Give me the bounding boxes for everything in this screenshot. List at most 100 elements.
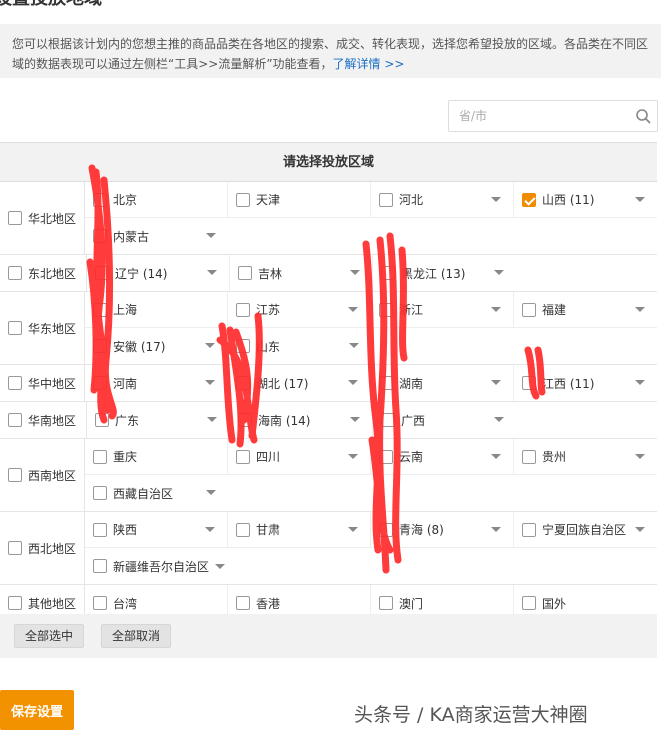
province-checkbox[interactable] [522,522,536,537]
province-checkbox[interactable] [238,266,252,280]
chevron-down-icon[interactable] [635,380,645,385]
chevron-down-icon[interactable] [494,417,504,422]
province-checkbox[interactable] [522,376,536,390]
region-label[interactable]: 华南地区 [0,402,87,438]
province-item[interactable]: 广东 [87,402,230,438]
province-item[interactable]: 新疆维吾尔自治区 [85,548,265,584]
province-checkbox[interactable] [379,449,393,464]
province-item[interactable]: 河南 [85,365,228,401]
chevron-down-icon[interactable] [206,233,216,238]
province-checkbox[interactable] [236,339,250,353]
province-checkbox[interactable] [522,449,536,464]
province-item[interactable]: 吉林 [230,255,373,291]
chevron-down-icon[interactable] [348,527,358,532]
chevron-down-icon[interactable] [491,527,501,532]
region-label[interactable]: 华中地区 [0,365,85,401]
region-label[interactable]: 华东地区 [0,292,85,364]
province-checkbox[interactable] [93,339,107,353]
province-item[interactable]: 陕西 [85,512,228,547]
province-checkbox[interactable] [95,266,109,280]
province-item[interactable]: 云南 [371,439,514,474]
province-item[interactable]: 甘肃 [228,512,371,547]
province-item[interactable]: 青海 (8) [371,512,514,547]
chevron-down-icon[interactable] [348,307,358,312]
province-item[interactable]: 安徽 (17) [85,328,228,364]
deselect-all-button[interactable]: 全部取消 [101,624,172,648]
region-label[interactable]: 华北地区 [0,182,85,254]
province-checkbox[interactable] [93,302,107,317]
region-checkbox[interactable] [8,413,22,427]
province-checkbox[interactable] [236,376,250,390]
chevron-down-icon[interactable] [207,417,217,422]
province-item[interactable]: 上海 [85,292,228,327]
province-item[interactable]: 辽宁 (14) [87,255,230,291]
province-checkbox[interactable] [381,413,395,427]
province-item[interactable]: 河北 [371,182,514,217]
region-label[interactable]: 西北地区 [0,512,85,584]
province-checkbox[interactable] [95,413,109,427]
province-checkbox[interactable] [236,192,250,207]
chevron-down-icon[interactable] [635,197,645,202]
province-checkbox[interactable] [379,376,393,390]
province-checkbox[interactable] [381,266,395,280]
province-checkbox[interactable] [379,596,393,610]
province-item[interactable]: 内蒙古 [85,218,228,254]
region-checkbox[interactable] [8,541,22,555]
region-checkbox[interactable] [8,321,22,335]
chevron-down-icon[interactable] [349,343,359,348]
province-checkbox[interactable] [522,192,536,207]
province-checkbox[interactable] [93,486,107,500]
region-checkbox[interactable] [8,376,22,390]
region-checkbox[interactable] [8,468,22,482]
chevron-down-icon[interactable] [348,454,358,459]
province-item[interactable]: 山西 (11) [514,182,657,217]
chevron-down-icon[interactable] [205,527,215,532]
province-item[interactable]: 江苏 [228,292,371,327]
province-item[interactable]: 贵州 [514,439,657,474]
chevron-down-icon[interactable] [491,197,501,202]
chevron-down-icon[interactable] [635,307,645,312]
province-checkbox[interactable] [93,596,107,610]
province-item[interactable]: 福建 [514,292,657,327]
save-settings-button[interactable]: 保存设置 [0,690,74,730]
province-checkbox[interactable] [379,522,393,537]
region-label[interactable]: 西南地区 [0,439,85,511]
province-item[interactable]: 广西 [373,402,516,438]
province-item[interactable]: 江西 (11) [514,365,657,401]
province-item[interactable]: 海南 (14) [230,402,373,438]
chevron-down-icon[interactable] [205,343,215,348]
province-item[interactable]: 北京 [85,182,228,217]
region-label[interactable]: 东北地区 [0,255,87,291]
chevron-down-icon[interactable] [635,454,645,459]
province-checkbox[interactable] [93,192,107,207]
province-item[interactable]: 西藏自治区 [85,475,228,511]
chevron-down-icon[interactable] [206,490,216,495]
province-checkbox[interactable] [93,559,107,573]
province-checkbox[interactable] [522,302,536,317]
select-all-button[interactable]: 全部选中 [14,624,85,648]
province-item[interactable]: 宁夏回族自治区 [514,512,657,547]
search-input[interactable] [449,101,629,131]
chevron-down-icon[interactable] [205,380,215,385]
province-item[interactable]: 浙江 [371,292,514,327]
province-checkbox[interactable] [93,229,107,243]
province-checkbox[interactable] [93,449,107,464]
province-item[interactable]: 四川 [228,439,371,474]
chevron-down-icon[interactable] [207,270,217,275]
chevron-down-icon[interactable] [348,380,358,385]
chevron-down-icon[interactable] [494,270,504,275]
region-checkbox[interactable] [8,266,22,280]
chevron-down-icon[interactable] [491,307,501,312]
chevron-down-icon[interactable] [491,380,501,385]
region-checkbox[interactable] [8,596,22,610]
chevron-down-icon[interactable] [215,563,226,569]
chevron-down-icon[interactable] [635,527,645,532]
chevron-down-icon[interactable] [350,417,360,422]
chevron-down-icon[interactable] [350,270,360,275]
province-item[interactable]: 湖北 (17) [228,365,371,401]
province-checkbox[interactable] [236,522,250,537]
province-checkbox[interactable] [379,192,393,207]
province-item[interactable]: 天津 [228,182,371,217]
province-checkbox[interactable] [379,302,393,317]
province-checkbox[interactable] [93,522,107,537]
